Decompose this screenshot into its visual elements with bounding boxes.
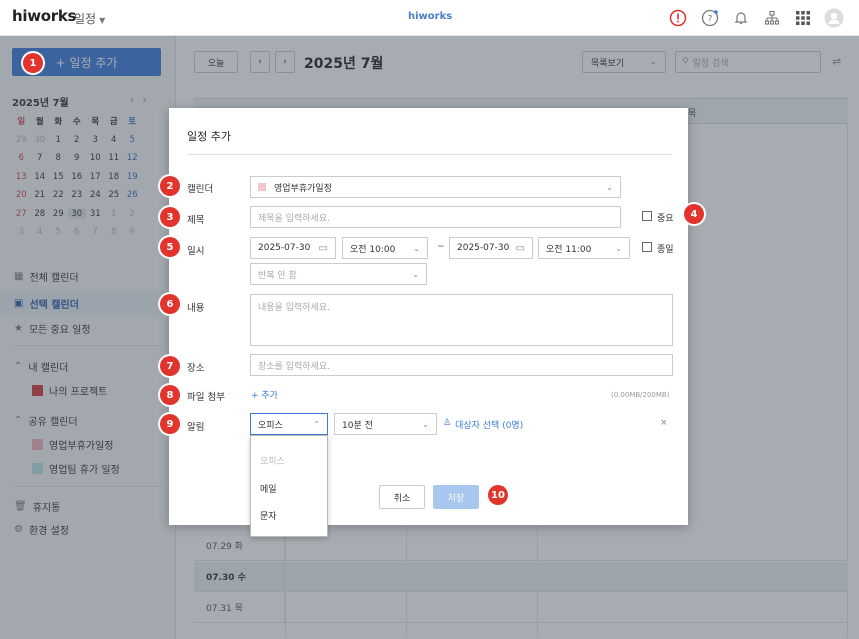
- important-checkbox[interactable]: [642, 211, 652, 221]
- file-add-link[interactable]: + 추가: [251, 388, 278, 401]
- close-icon[interactable]: ×: [660, 418, 668, 428]
- calendar-icon: ▭: [318, 242, 328, 254]
- repeat-value: 반복 안 함: [258, 270, 297, 281]
- place-label: 장소: [187, 363, 205, 374]
- chevron-down-icon: ⌄: [422, 419, 429, 429]
- dropdown-option[interactable]: 오피스: [251, 454, 327, 467]
- alarm-type-dropdown: 오피스 메일 문자: [250, 435, 328, 537]
- alarm-target-link[interactable]: ♙ 대상자 선택 (0명): [443, 418, 523, 431]
- alarm-type-value: 오피스: [258, 420, 283, 431]
- cancel-button[interactable]: 취소: [379, 485, 425, 509]
- subject-label: 제목: [187, 215, 205, 226]
- start-time-value: 오전 10:00: [350, 244, 396, 255]
- alarm-target-label: 대상자 선택 (0명): [455, 421, 524, 431]
- step-badge: 6: [160, 294, 180, 314]
- chevron-down-icon: ⌄: [606, 182, 613, 192]
- divider: [187, 154, 672, 155]
- alarm-type-select[interactable]: 오피스 ⌃: [250, 413, 328, 435]
- logo[interactable]: hiworks: [12, 7, 76, 25]
- start-date-input[interactable]: 2025-07-30 ▭: [250, 237, 336, 259]
- file-size: (0.00MB/200MB): [611, 391, 670, 399]
- apps-grid-icon[interactable]: [793, 8, 813, 28]
- alarm-time-value: 10분 전: [342, 420, 373, 431]
- dropdown-option[interactable]: 메일: [251, 482, 327, 495]
- alarm-time-select[interactable]: 10분 전 ⌄: [334, 413, 437, 435]
- step-badge: 4: [684, 204, 704, 224]
- calendar-select[interactable]: 영업부휴가일정 ⌄: [250, 176, 621, 198]
- chevron-down-icon: ⌄: [615, 243, 622, 253]
- end-date-value: 2025-07-30: [457, 243, 510, 253]
- calendar-label: 캘린더: [187, 184, 214, 195]
- help-icon[interactable]: ?: [700, 8, 720, 28]
- calendar-select-value: 영업부휴가일정: [274, 183, 332, 194]
- alert-icon[interactable]: [668, 8, 688, 28]
- bell-icon[interactable]: [731, 8, 751, 28]
- subject-placeholder: 제목을 입력하세요.: [258, 213, 330, 224]
- svg-text:?: ?: [708, 15, 713, 25]
- calendar-color-swatch: [258, 183, 266, 191]
- place-placeholder: 장소를 입력하세요.: [258, 361, 330, 372]
- person-icon: ♙: [443, 418, 452, 428]
- step-badge: 3: [160, 207, 180, 227]
- chevron-down-icon: ⌄: [413, 243, 420, 253]
- end-time-value: 오전 11:00: [546, 244, 592, 255]
- step-badge: 8: [160, 385, 180, 405]
- caret-down-icon: ▼: [99, 16, 106, 25]
- content-label: 내용: [187, 303, 205, 314]
- subject-input[interactable]: 제목을 입력하세요.: [250, 206, 621, 228]
- step-badge: 5: [160, 237, 180, 257]
- alarm-label: 알림: [187, 422, 205, 433]
- allday-label: 종일: [657, 245, 674, 255]
- content-textarea[interactable]: 내용을 입력하세요.: [250, 294, 673, 346]
- start-time-select[interactable]: 오전 10:00 ⌄: [342, 237, 428, 259]
- center-brand: hiworks: [408, 11, 453, 22]
- app-name: 일정: [74, 12, 97, 26]
- end-time-select[interactable]: 오전 11:00 ⌄: [538, 237, 630, 259]
- save-button[interactable]: 저장: [433, 485, 479, 509]
- step-badge: 9: [160, 414, 180, 434]
- step-badge: 2: [160, 176, 180, 196]
- place-input[interactable]: 장소를 입력하세요.: [250, 354, 673, 376]
- app-switcher[interactable]: 일정 ▼: [74, 10, 105, 27]
- org-chart-icon[interactable]: [762, 8, 782, 28]
- content-placeholder: 내용을 입력하세요.: [258, 303, 330, 313]
- end-date-input[interactable]: 2025-07-30 ▭: [449, 237, 533, 259]
- datetime-label: 일시: [187, 246, 205, 257]
- file-label: 파일 첨부: [187, 392, 225, 403]
- chevron-down-icon: ⌄: [412, 269, 419, 279]
- important-label: 중요: [657, 214, 674, 224]
- step-badge: 1: [23, 53, 43, 73]
- avatar[interactable]: [824, 8, 844, 28]
- allday-checkbox[interactable]: [642, 242, 652, 252]
- dialog-title: 일정 추가: [187, 130, 231, 143]
- calendar-icon: ▭: [515, 242, 525, 254]
- dropdown-option[interactable]: 문자: [251, 509, 327, 522]
- repeat-select[interactable]: 반복 안 함 ⌄: [250, 263, 427, 285]
- range-separator: ~: [437, 242, 445, 252]
- start-date-value: 2025-07-30: [258, 243, 311, 253]
- step-badge: 10: [488, 485, 508, 505]
- chevron-up-icon: ⌃: [313, 419, 320, 429]
- step-badge: 7: [160, 356, 180, 376]
